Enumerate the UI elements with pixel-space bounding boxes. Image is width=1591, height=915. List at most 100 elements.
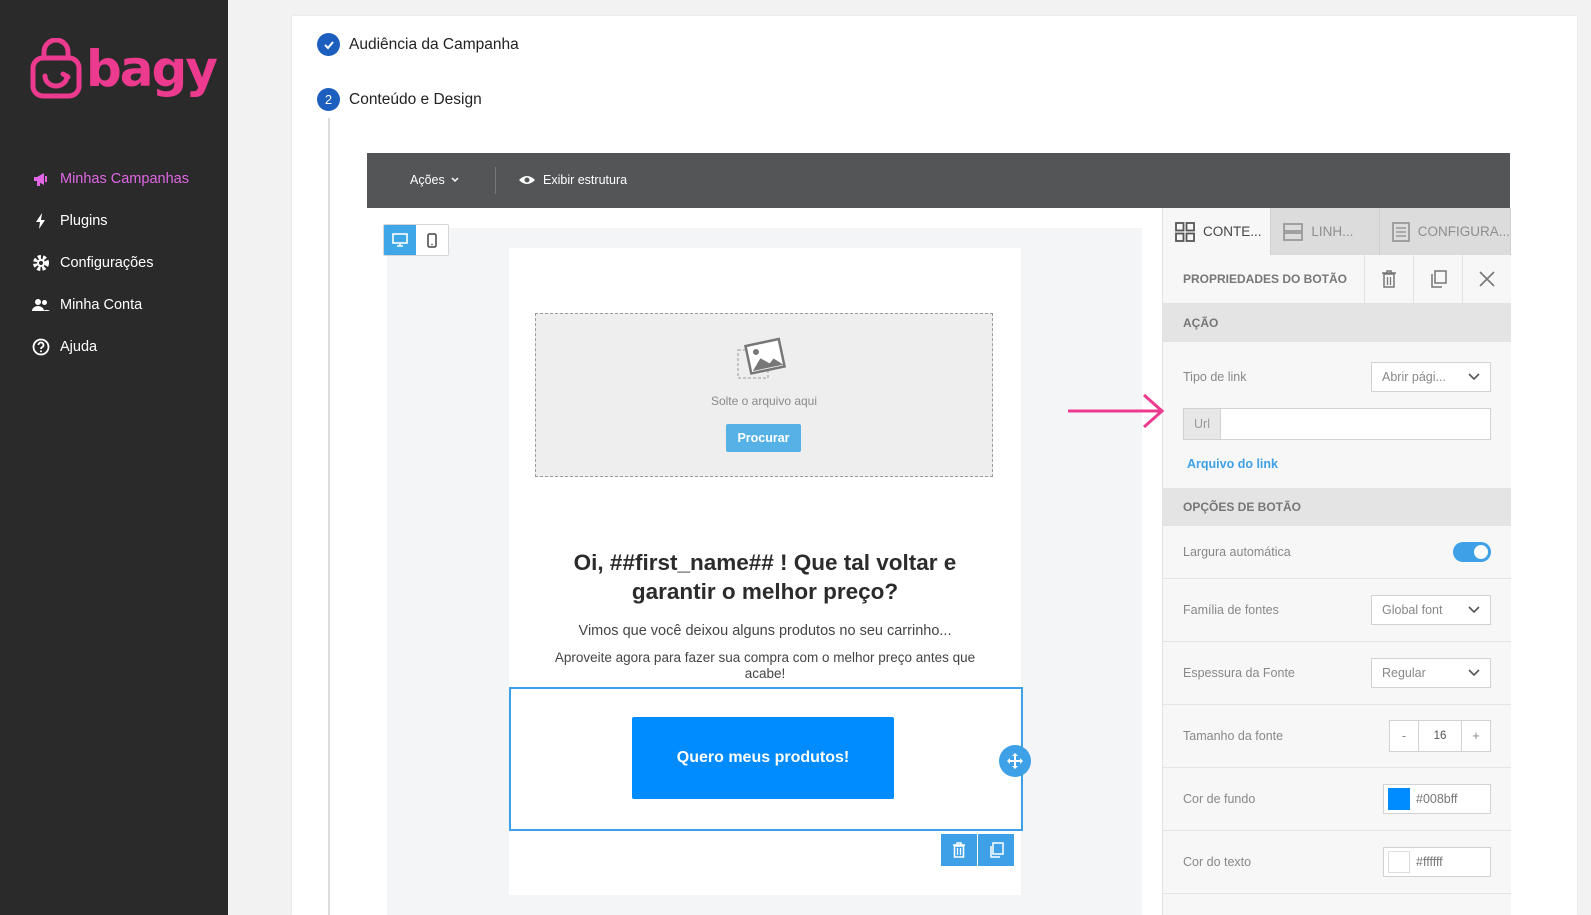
auto-width-label: Largura automática: [1183, 545, 1291, 559]
sidebar-item-configuracoes[interactable]: Configurações: [0, 242, 228, 284]
duplicate-block-button[interactable]: [978, 834, 1014, 866]
auto-width-row: Largura automática: [1163, 526, 1511, 579]
properties-panel: CONTE... LINH... CONFIGURA... PROPRIEDAD…: [1162, 208, 1512, 915]
font-family-value: Global font: [1382, 603, 1443, 617]
font-family-select[interactable]: Global font: [1371, 595, 1491, 625]
properties-title: PROPRIEDADES DO BOTÃO: [1183, 272, 1348, 286]
sidebar-item-label: Plugins: [60, 213, 108, 229]
email-paragraph-2[interactable]: Aproveite agora para fazer sua compra co…: [539, 650, 991, 682]
url-label: Url: [1184, 409, 1221, 439]
email-editor: Ações Exibir estrutura Solte o arquivo a…: [367, 153, 1512, 915]
properties-header: PROPRIEDADES DO BOTÃO: [1163, 255, 1511, 304]
eye-icon: [519, 176, 535, 184]
step-label: Conteúdo e Design: [349, 90, 482, 108]
users-icon: [32, 299, 50, 311]
step-audiencia[interactable]: Audiência da Campanha: [317, 33, 519, 56]
sidebar-item-minha-conta[interactable]: Minha Conta: [0, 284, 228, 326]
bg-color-swatch[interactable]: [1388, 788, 1410, 810]
email-paragraph-1[interactable]: Vimos que você deixou alguns produtos no…: [509, 623, 1021, 639]
font-weight-row: Espessura da Fonte Regular: [1163, 642, 1511, 705]
link-type-row: Tipo de link Abrir pági...: [1163, 342, 1511, 408]
actions-dropdown[interactable]: Ações: [410, 173, 463, 187]
delete-button[interactable]: [1364, 255, 1413, 303]
chevron-down-icon: [451, 177, 459, 183]
font-size-row: Tamanho da fonte - 16 +: [1163, 705, 1511, 768]
device-toggle: [383, 224, 449, 256]
move-handle-icon[interactable]: [999, 745, 1031, 777]
decrement-button[interactable]: -: [1390, 721, 1418, 751]
chevron-down-icon: [1468, 606, 1480, 614]
panel-tabs: CONTE... LINH... CONFIGURA...: [1163, 208, 1512, 255]
link-file-row: Arquivo do link: [1163, 440, 1511, 488]
link-type-select[interactable]: Abrir pági...: [1371, 362, 1491, 392]
sidebar-item-label: Minhas Campanhas: [60, 171, 189, 187]
increment-button[interactable]: +: [1462, 721, 1490, 751]
toolbar-divider: [495, 167, 496, 194]
trash-icon: [953, 842, 965, 858]
close-button[interactable]: [1462, 255, 1511, 303]
settings-doc-icon: [1391, 221, 1410, 242]
copy-icon: [990, 842, 1004, 858]
show-structure-button[interactable]: Exibir estrutura: [518, 173, 627, 187]
bg-color-field[interactable]: #008bff: [1383, 784, 1491, 814]
check-icon: [317, 33, 340, 56]
sidebar-nav: Minhas Campanhas Plugins Configurações M…: [0, 158, 228, 368]
text-color-field[interactable]: #ffffff: [1383, 847, 1491, 877]
tab-label: CONTE...: [1203, 224, 1262, 239]
browse-button[interactable]: Procurar: [726, 424, 801, 452]
editor-canvas: Solte o arquivo aqui Procurar Oi, ##firs…: [367, 208, 1162, 915]
bag-logo-icon[interactable]: [30, 37, 82, 105]
annotation-arrow-icon: [1068, 393, 1165, 429]
delete-block-button[interactable]: [941, 834, 977, 866]
duplicate-button[interactable]: [1413, 255, 1462, 303]
chevron-down-icon: [1468, 669, 1480, 677]
text-color-swatch[interactable]: [1388, 851, 1410, 873]
megaphone-icon: [34, 173, 47, 186]
chevron-down-icon: [1468, 373, 1480, 381]
url-input[interactable]: [1221, 409, 1490, 439]
bg-color-value: #008bff: [1416, 792, 1458, 806]
font-size-stepper: - 16 +: [1389, 720, 1491, 752]
tab-label: LINH...: [1311, 224, 1354, 239]
mobile-icon: [427, 232, 437, 248]
text-color-value: #ffffff: [1416, 855, 1443, 869]
mobile-view-button[interactable]: [416, 225, 448, 255]
trash-icon: [1382, 270, 1396, 288]
sidebar-item-minhas-campanhas[interactable]: Minhas Campanhas: [0, 158, 228, 200]
font-weight-select[interactable]: Regular: [1371, 658, 1491, 688]
sidebar: bagy Minhas Campanhas Plugins Configuraç…: [0, 0, 228, 915]
sidebar-item-ajuda[interactable]: Ajuda: [0, 326, 228, 368]
text-color-row: Cor do texto #ffffff: [1163, 831, 1511, 894]
tab-configuracoes[interactable]: CONFIGURA...: [1380, 208, 1512, 255]
copy-icon: [1431, 270, 1447, 288]
tab-conteudo[interactable]: CONTE...: [1163, 208, 1272, 255]
step-conteudo[interactable]: 2 Conteúdo e Design: [317, 88, 482, 111]
font-size-value[interactable]: 16: [1418, 721, 1462, 751]
font-weight-label: Espessura da Fonte: [1183, 666, 1295, 680]
actions-label: Ações: [410, 173, 445, 187]
font-family-row: Família de fontes Global font: [1163, 579, 1511, 642]
link-file-button[interactable]: Arquivo do link: [1163, 457, 1278, 471]
sidebar-item-plugins[interactable]: Plugins: [0, 200, 228, 242]
image-placeholder-icon: [737, 337, 787, 379]
font-family-label: Família de fontes: [1183, 603, 1279, 617]
cta-button[interactable]: Quero meus produtos!: [632, 717, 894, 799]
close-icon: [1479, 271, 1495, 287]
grid-icon: [1175, 221, 1195, 242]
desktop-view-button[interactable]: [384, 225, 416, 255]
auto-width-toggle[interactable]: [1453, 542, 1491, 562]
step-number: 2: [317, 88, 340, 111]
email-heading[interactable]: Oi, ##first_name## ! Que tal voltar e ga…: [537, 548, 993, 606]
section-opcoes: OPÇÕES DE BOTÃO: [1163, 488, 1511, 526]
tab-linhas[interactable]: LINH...: [1271, 208, 1380, 255]
image-dropzone[interactable]: Solte o arquivo aqui Procurar: [535, 313, 993, 477]
help-icon: [32, 338, 50, 356]
selected-button-block[interactable]: Quero meus produtos!: [509, 687, 1031, 831]
bg-color-row: Cor de fundo #008bff: [1163, 768, 1511, 831]
text-color-label: Cor do texto: [1183, 855, 1252, 869]
bolt-icon: [36, 213, 45, 229]
rows-icon: [1283, 222, 1304, 241]
email-body: Solte o arquivo aqui Procurar Oi, ##firs…: [509, 248, 1031, 895]
sidebar-item-label: Ajuda: [60, 339, 98, 355]
editor-toolbar: Ações Exibir estrutura: [367, 153, 1510, 208]
